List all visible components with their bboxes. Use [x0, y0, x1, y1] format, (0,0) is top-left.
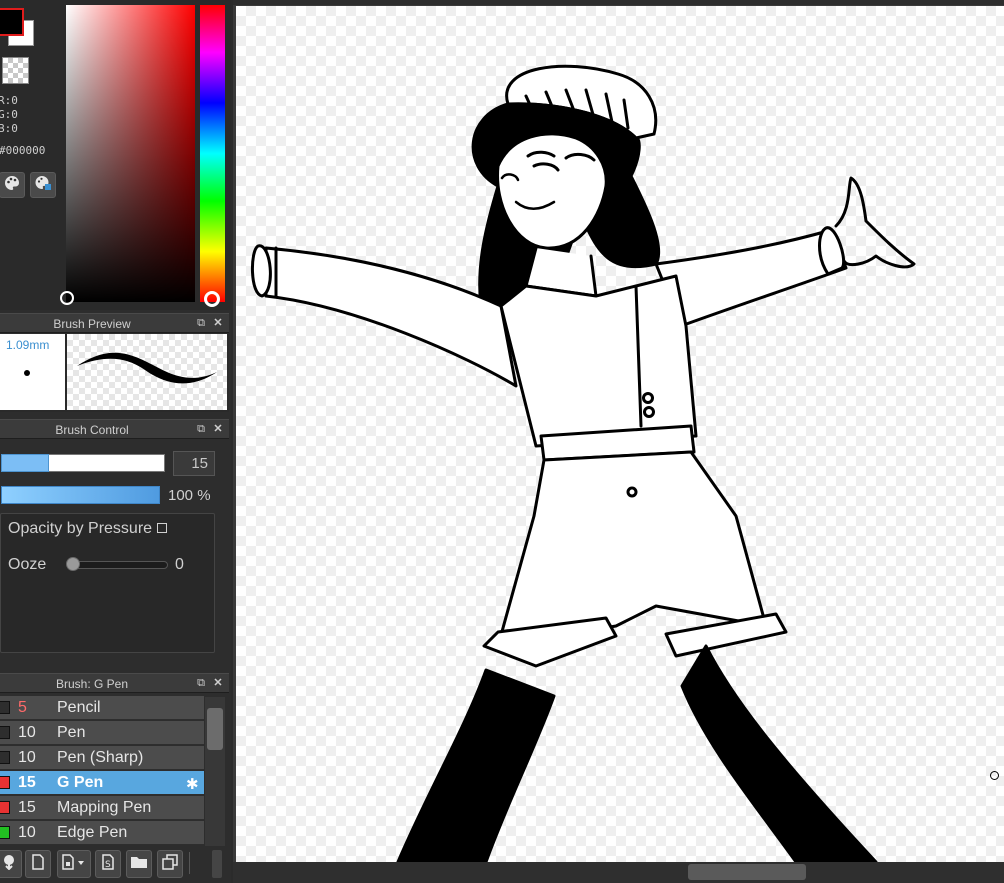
brush-size: 5 — [18, 699, 27, 716]
script-brush-icon: S — [100, 853, 116, 875]
left-panel: R:0 G:0 B:0 #000000 Brush Preview ⧉ ✕ 1.… — [0, 0, 231, 883]
brush-stroke-preview — [67, 334, 227, 410]
saturation-value-picker[interactable] — [66, 5, 195, 302]
gear-icon[interactable]: ✱ — [186, 775, 199, 793]
brush-list-title: Brush: G Pen — [55, 677, 129, 691]
hex-value: #000000 — [0, 144, 46, 157]
brush-control-title: Brush Control — [55, 423, 129, 437]
popout-icon[interactable]: ⧉ — [195, 423, 207, 435]
brush-control-header: Brush Control ⧉ ✕ — [0, 419, 229, 439]
ooze-value: 0 — [175, 556, 184, 573]
new-brush-button[interactable] — [25, 850, 51, 878]
brush-preview-header: Brush Preview ⧉ ✕ — [0, 313, 229, 333]
new-brush-icon — [30, 853, 46, 875]
brush-name: Pen (Sharp) — [57, 749, 144, 766]
brush-tip-dot — [24, 370, 30, 376]
brush-color-tag — [0, 726, 10, 739]
brush-size: 10 — [18, 724, 36, 741]
canvas-top-bar — [233, 0, 1004, 5]
opacity-slider[interactable] — [1, 486, 160, 504]
brush-name: Mapping Pen — [57, 799, 152, 816]
import-brush-button[interactable] — [0, 850, 22, 878]
palette-edit-icon — [34, 174, 52, 197]
brush-name: Pen — [57, 724, 86, 741]
brush-color-tag — [0, 801, 10, 814]
brush-size: 10 — [18, 749, 36, 766]
canvas-horizontal-scrollbar[interactable] — [233, 862, 1004, 883]
brush-color-tag — [0, 776, 10, 789]
brush-menu-button[interactable] — [57, 850, 91, 878]
close-icon[interactable]: ✕ — [212, 423, 224, 435]
toolbar-divider — [189, 852, 190, 874]
blue-value: B:0 — [0, 122, 18, 135]
opacity-by-pressure-label: Opacity by Pressure — [8, 520, 153, 537]
close-icon[interactable]: ✕ — [212, 317, 224, 329]
brush-preview-title: Brush Preview — [53, 317, 131, 331]
brush-size: 15 — [18, 774, 36, 791]
brush-color-tag — [0, 701, 10, 714]
brush-size-slider-fill — [1, 454, 49, 472]
duplicate-icon — [162, 853, 178, 875]
opacity-value: 100 % — [168, 487, 211, 504]
color-panel: R:0 G:0 B:0 #000000 — [0, 0, 231, 310]
hue-slider[interactable] — [200, 5, 225, 302]
folder-icon — [130, 854, 148, 875]
color-picker-marker[interactable] — [60, 291, 74, 305]
palette-icon — [3, 174, 21, 197]
brush-color-tag — [0, 826, 10, 839]
line-art-illustration — [250, 64, 916, 862]
import-brush-icon — [1, 854, 17, 875]
brush-item-pen[interactable]: 10 Pen — [0, 721, 204, 745]
brush-cursor — [990, 771, 999, 780]
brush-name: Edge Pen — [57, 824, 128, 841]
brush-size-preview: 1.09mm — [0, 334, 65, 410]
stroke-sample — [77, 352, 217, 384]
brush-size: 15 — [18, 799, 36, 816]
transparent-color-swatch[interactable] — [2, 57, 29, 84]
red-value: R:0 — [0, 94, 18, 107]
ooze-slider-knob[interactable] — [66, 557, 80, 571]
drawing-canvas[interactable] — [236, 6, 1004, 862]
toolbar-overflow[interactable] — [212, 850, 222, 878]
brush-list-header: Brush: G Pen ⧉ ✕ — [0, 673, 229, 693]
canvas-scroll-thumb[interactable] — [688, 864, 806, 880]
palette-edit-button[interactable] — [30, 172, 56, 198]
brush-item-pencil[interactable]: 5 Pencil — [0, 696, 204, 720]
duplicate-button[interactable] — [157, 850, 183, 878]
green-value: G:0 — [0, 108, 18, 121]
popout-icon[interactable]: ⧉ — [195, 317, 207, 329]
brush-item-edge-pen[interactable]: 10 Edge Pen — [0, 821, 204, 845]
brush-item-mapping-pen[interactable]: 15 Mapping Pen — [0, 796, 204, 820]
brush-item-pen-sharp[interactable]: 10 Pen (Sharp) — [0, 746, 204, 770]
svg-text:S: S — [105, 860, 111, 870]
opacity-by-pressure-checkbox[interactable] — [157, 523, 167, 533]
brush-size-text: 1.09mm — [6, 338, 50, 352]
main-color-swatch[interactable] — [0, 8, 24, 36]
brush-item-g-pen[interactable]: 15 G Pen ✱ — [0, 771, 204, 795]
brush-size-input[interactable]: 15 — [173, 451, 215, 476]
brush-preview-panel: 1.09mm — [0, 334, 229, 412]
brush-name: Pencil — [57, 699, 101, 716]
close-icon[interactable]: ✕ — [212, 677, 224, 689]
ooze-label: Ooze — [8, 556, 47, 573]
brush-name: G Pen — [57, 774, 104, 791]
ooze-slider[interactable] — [68, 561, 168, 569]
brush-color-tag — [0, 751, 10, 764]
script-brush-button[interactable]: S — [95, 850, 121, 878]
palette-button[interactable] — [0, 172, 25, 198]
folder-button[interactable] — [126, 850, 152, 878]
popout-icon[interactable]: ⧉ — [195, 677, 207, 689]
hue-marker[interactable] — [204, 291, 220, 307]
brush-list-scroll-thumb[interactable] — [207, 708, 223, 750]
brush-size: 10 — [18, 824, 36, 841]
brush-menu-icon — [61, 853, 87, 875]
